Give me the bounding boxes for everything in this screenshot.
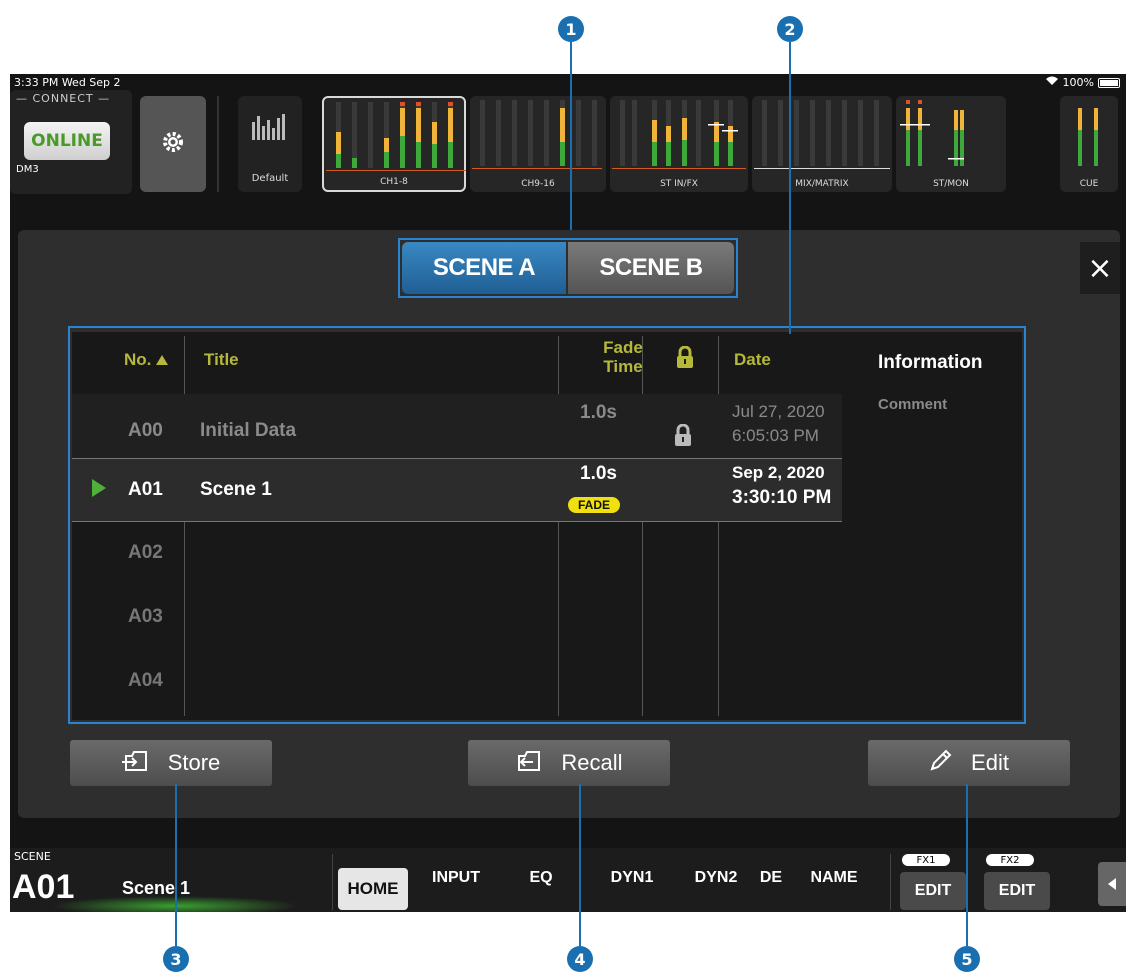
edit-label: Edit	[971, 750, 1009, 775]
connect-panel: — CONNECT — ONLINE DM3	[10, 90, 132, 194]
tab-dyn1[interactable]: DYN1	[602, 852, 662, 904]
callout-2-line	[789, 42, 791, 334]
callout-4: 4	[567, 946, 593, 972]
store-label: Store	[167, 750, 221, 775]
chevron-left-icon[interactable]	[1098, 862, 1126, 906]
callout-1: 1	[558, 16, 584, 42]
callout-5-line	[966, 784, 968, 946]
home-button[interactable]: HOME	[338, 868, 408, 910]
meter-label-st-in-fx: ST IN/FX	[660, 179, 698, 189]
edit-button[interactable]: Edit	[868, 740, 1070, 786]
callout-1-line	[570, 42, 572, 230]
recall-label: Recall	[561, 750, 623, 775]
bottom-divider	[890, 854, 891, 910]
close-button[interactable]: ×	[1080, 242, 1120, 294]
meter-label-ch9-16: CH9-16	[521, 179, 555, 189]
meter-group-mix-matrix[interactable]: MIX/MATRIX	[752, 96, 892, 192]
gear-icon	[161, 130, 185, 158]
connect-label: — CONNECT —	[16, 92, 111, 105]
store-button[interactable]: Store	[70, 740, 272, 786]
bottom-divider	[332, 854, 333, 910]
scene-caption: SCENE	[14, 850, 51, 863]
pencil-icon	[929, 748, 953, 778]
meter-group-ch1-8[interactable]: CH1-8	[322, 96, 466, 192]
meter-label-st-mon: ST/MON	[933, 179, 969, 189]
fx1-edit-button[interactable]: EDIT	[900, 872, 966, 910]
fx1-label: FX1	[902, 854, 950, 866]
bottom-bar: SCENE A01 Scene 1 HOME INPUT EQ DYN1 DYN…	[10, 848, 1126, 912]
fx2-edit-button[interactable]: EDIT	[984, 872, 1050, 910]
meter-label-cue: CUE	[1079, 179, 1099, 189]
meter-group-cue[interactable]: CUE	[1060, 96, 1118, 192]
settings-button[interactable]	[140, 96, 206, 192]
scene-table-highlight	[68, 326, 1026, 724]
tab-name[interactable]: NAME	[802, 852, 866, 904]
status-battery: 100%	[1045, 76, 1120, 89]
close-icon: ×	[1087, 250, 1113, 286]
status-time: 3:33 PM Wed Sep 2	[14, 76, 121, 89]
default-meter-button[interactable]: Default	[238, 96, 302, 192]
scene-list-panel: SCENE A SCENE B × No. Title Fade Time Da…	[18, 230, 1120, 818]
fx2-label: FX2	[986, 854, 1034, 866]
current-scene-number[interactable]: A01	[12, 868, 74, 907]
tab-eq[interactable]: EQ	[516, 852, 566, 904]
toolbar-divider	[217, 96, 219, 192]
callout-3-line	[175, 784, 177, 946]
tab-delay[interactable]: DE	[756, 852, 786, 904]
callout-5: 5	[954, 946, 980, 972]
callout-4-line	[579, 784, 581, 946]
battery-percent: 100%	[1062, 76, 1094, 89]
recall-icon	[515, 748, 543, 778]
meter-group-st-mon[interactable]: ST/MON	[896, 96, 1006, 192]
meter-icon	[252, 112, 288, 144]
callout-3: 3	[163, 946, 189, 972]
default-label: Default	[251, 173, 289, 184]
store-icon	[121, 748, 150, 778]
meter-label-mix-matrix: MIX/MATRIX	[795, 179, 849, 189]
scene-tab-highlight	[398, 238, 738, 298]
wifi-icon	[1045, 76, 1059, 89]
tab-input[interactable]: INPUT	[418, 852, 494, 904]
meter-label-ch1-8: CH1-8	[380, 177, 408, 187]
app-screen: 3:33 PM Wed Sep 2 100% — CONNECT — ONLIN…	[10, 74, 1126, 912]
model-label: DM3	[16, 164, 39, 175]
current-scene-title[interactable]: Scene 1	[122, 878, 190, 899]
callout-2: 2	[777, 16, 803, 42]
battery-icon	[1098, 77, 1120, 88]
tab-dyn2[interactable]: DYN2	[686, 852, 746, 904]
online-button[interactable]: ONLINE	[24, 122, 110, 160]
meter-group-ch9-16[interactable]: CH9-16	[470, 96, 606, 192]
recall-button[interactable]: Recall	[468, 740, 670, 786]
meter-group-st-in-fx[interactable]: ST IN/FX	[610, 96, 748, 192]
